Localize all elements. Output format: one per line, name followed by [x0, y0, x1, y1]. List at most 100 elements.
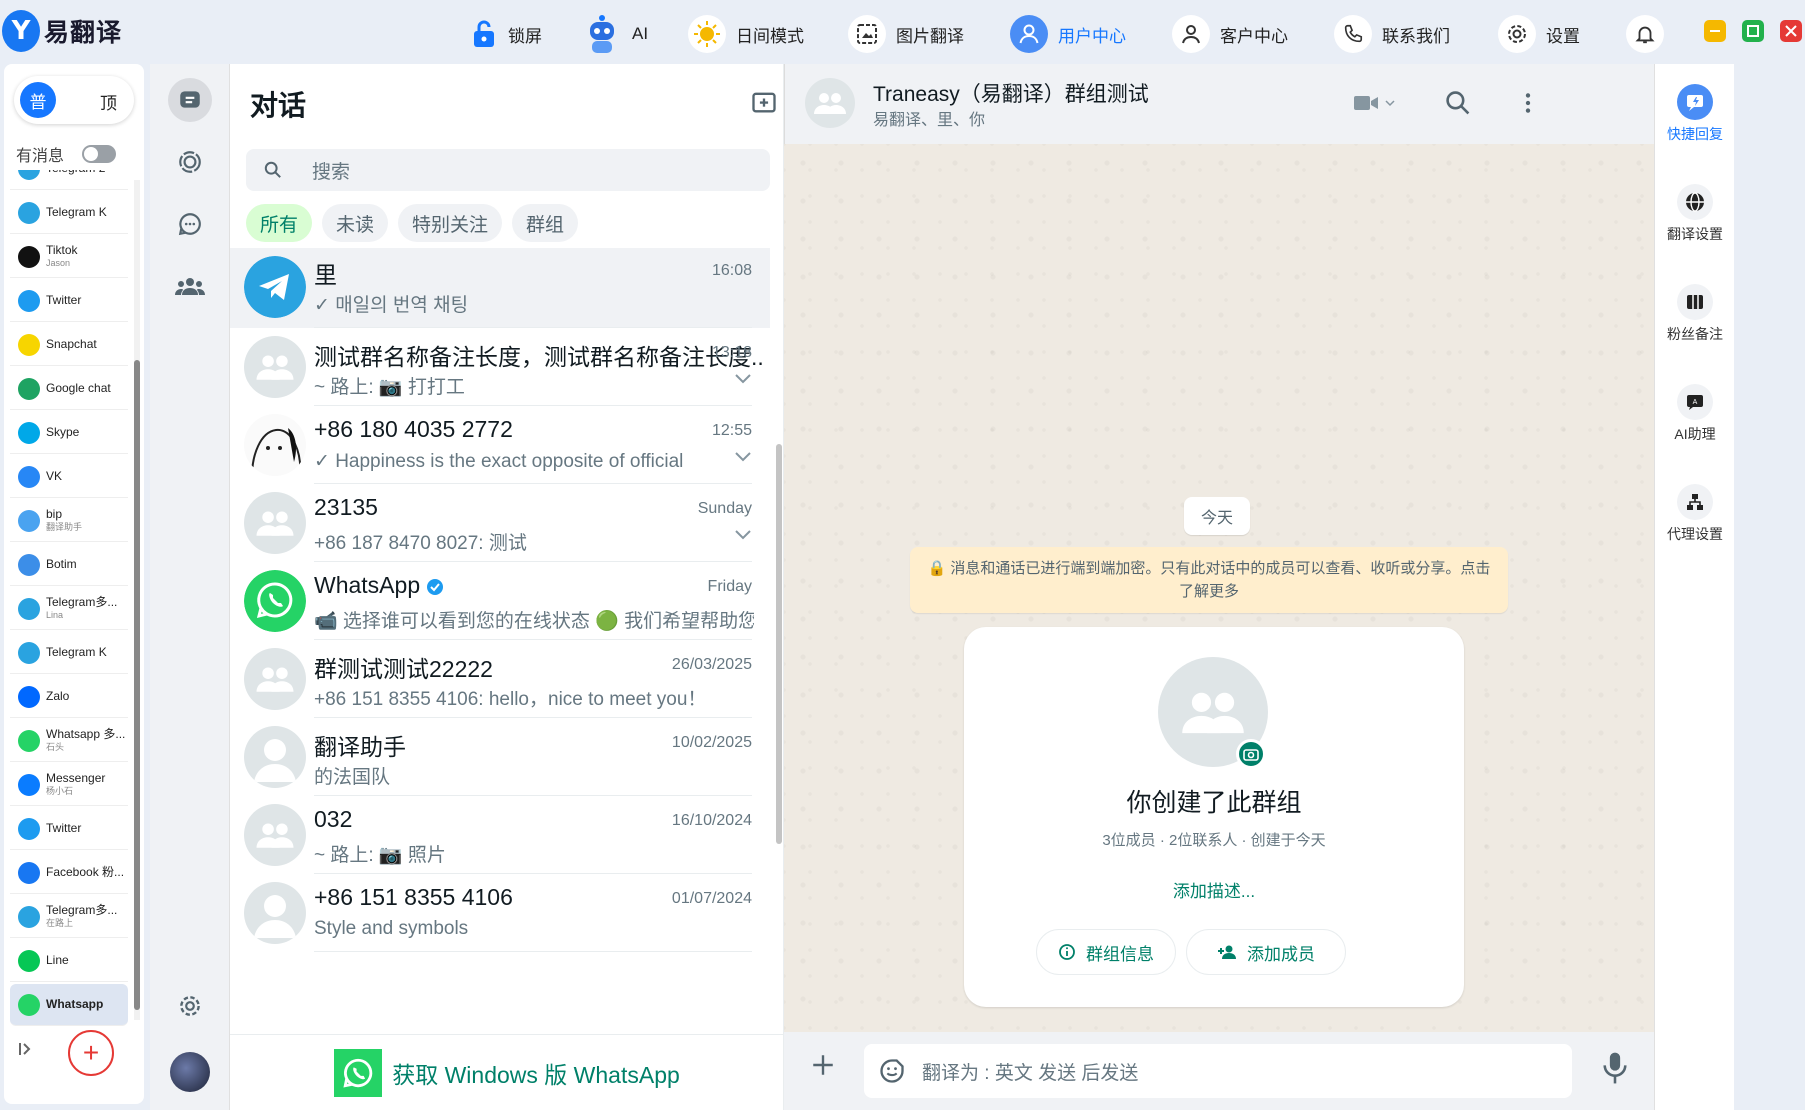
sidebar-app-item[interactable]: Twitter — [10, 280, 128, 322]
ai-assistant-button[interactable]: A AI助理 — [1655, 384, 1735, 444]
chat-row[interactable]: 032 16/10/2024 ~ 路上: 📷 照片 — [230, 796, 770, 874]
microphone-button[interactable] — [1602, 1050, 1628, 1086]
camera-icon[interactable] — [1236, 739, 1266, 769]
group-info-button[interactable]: 群组信息 — [1036, 929, 1176, 975]
sidebar-app-item[interactable]: Telegram K — [10, 192, 128, 234]
chat-row[interactable]: +86 151 8355 4106 01/07/2024 Style and sym… — [230, 874, 770, 952]
sidebar-app-item[interactable]: bip 翻译助手 — [10, 500, 128, 542]
chat-row[interactable]: +86 180 4035 2772 12:55 ✓ Happiness is the… — [230, 406, 770, 484]
topbar-lock-button[interactable]: 锁屏 — [470, 14, 542, 54]
add-member-button[interactable]: 添加成员 — [1186, 929, 1346, 975]
sidebar-app-label: Botim — [46, 558, 77, 571]
chat-preview: +86 151 8355 4106: hello，nice to meet yo… — [314, 689, 707, 710]
sidebar-app-item[interactable]: Google chat — [10, 368, 128, 410]
video-call-button[interactable] — [1353, 94, 1395, 112]
filter-unread[interactable]: 未读 — [322, 204, 389, 242]
new-chat-button[interactable] — [750, 88, 778, 116]
group-avatar[interactable] — [805, 78, 855, 128]
facebook-icon — [18, 861, 40, 884]
topbar-settings-button[interactable]: 设置 — [1498, 14, 1580, 54]
maximize-button[interactable] — [1742, 20, 1764, 42]
sticker-icon[interactable] — [878, 1057, 906, 1085]
conversation-menu-button[interactable] — [1515, 90, 1541, 116]
topbar-user-center-button[interactable]: 用户中心 — [1010, 14, 1126, 54]
sidebar-app-item[interactable]: Messenger 杨小石 — [10, 764, 128, 806]
channels-nav-button[interactable] — [168, 202, 212, 246]
mode-normal[interactable]: 普 — [20, 82, 56, 118]
minimize-button[interactable] — [1704, 20, 1726, 42]
sidebar-app-item[interactable]: Telegram K — [10, 632, 128, 674]
chat-row[interactable]: 翻译助手 10/02/2025 的法国队 — [230, 718, 770, 796]
notifications-button[interactable] — [1626, 14, 1664, 54]
profile-avatar[interactable] — [170, 1052, 210, 1092]
sidebar-app-label: Whatsapp 多... 石头 — [46, 727, 125, 754]
chat-row[interactable]: WhatsApp Friday 📹 选择谁可以看到您的在线状态 🟢 我们希望帮助您掌… — [230, 562, 770, 640]
chat-row[interactable]: 群测试测试22222 26/03/2025 +86 151 8355 4106: h… — [230, 640, 770, 718]
mode-top[interactable]: 顶 — [100, 89, 117, 114]
person-avatar-icon — [244, 726, 306, 788]
topbar-daymode-button[interactable]: 日间模式 — [688, 14, 804, 54]
wa-settings-button[interactable] — [168, 984, 212, 1028]
sun-icon — [688, 15, 726, 53]
quick-reply-button[interactable]: 快捷回复 — [1655, 84, 1735, 144]
sidebar-app-item[interactable]: Twitter — [10, 808, 128, 850]
attach-button[interactable] — [810, 1052, 836, 1078]
chevron-down-icon[interactable] — [734, 528, 752, 540]
translation-settings-button[interactable]: 翻译设置 — [1655, 184, 1735, 244]
chats-nav-button[interactable] — [168, 78, 212, 122]
message-area[interactable]: 今天 🔒 消息和通话已进行端到端加密。只有此对话中的成员可以查看、收听或分享。点… — [784, 144, 1654, 1032]
topbar-ai-button[interactable]: AI — [582, 14, 648, 54]
sidebar-app-item[interactable]: Zalo — [10, 676, 128, 718]
phone-icon — [1334, 15, 1372, 53]
chat-name: 群测试测试22222 — [314, 650, 493, 684]
conversation-search-button[interactable] — [1445, 90, 1471, 116]
unread-toggle[interactable]: 有消息 — [16, 142, 117, 166]
mode-switch[interactable]: 普 顶 — [14, 76, 134, 124]
app-list-scrollbar[interactable] — [134, 180, 140, 1020]
communities-nav-button[interactable] — [168, 264, 212, 308]
sidebar-app-item[interactable]: Whatsapp 多... 石头 — [10, 720, 128, 762]
status-nav-button[interactable] — [168, 140, 212, 184]
chevron-down-icon[interactable] — [734, 372, 752, 384]
sidebar-app-item[interactable]: Tiktok Jason — [10, 236, 128, 278]
add-app-button[interactable]: + — [68, 1030, 114, 1076]
chat-row[interactable]: 里 16:08 ✓ 매일의 번역 채팅 — [230, 248, 770, 328]
filter-groups[interactable]: 群组 — [512, 204, 579, 242]
sidebar-app-item[interactable]: Facebook 粉... — [10, 852, 128, 894]
topbar-image-translate-button[interactable]: 图片翻译 — [848, 14, 964, 54]
chat-row[interactable]: 23135 Sunday +86 187 8470 8027: 测试 — [230, 484, 770, 562]
chat-time: 01/07/2024 — [671, 890, 752, 907]
filter-all[interactable]: 所有 — [246, 204, 313, 242]
topbar-contact-button[interactable]: 联系我们 — [1334, 14, 1450, 54]
filter-favorites[interactable]: 特别关注 — [398, 204, 503, 242]
sidebar-app-item[interactable]: Skype — [10, 412, 128, 454]
collapse-sidebar-button[interactable] — [16, 1040, 34, 1058]
search-icon — [264, 161, 282, 179]
conversation-header[interactable]: Traneasy（易翻译）群组测试 易翻译、里、你 — [784, 64, 1654, 144]
get-windows-app-banner[interactable]: 获取 Windows 版 WhatsApp — [230, 1034, 784, 1110]
sidebar-app-item[interactable]: Botim — [10, 544, 128, 586]
sidebar-app-name: bip — [46, 506, 63, 521]
sidebar-app-item[interactable]: Line — [10, 940, 128, 982]
sidebar-app-item[interactable]: Telegram多... Lina — [10, 588, 128, 630]
sidebar-app-item[interactable]: Whatsapp — [10, 984, 128, 1026]
fan-notes-button[interactable]: 粉丝备注 — [1655, 284, 1735, 344]
toggle-switch[interactable] — [82, 145, 117, 163]
sidebar-app-item[interactable]: Telegram 2 — [10, 170, 128, 190]
topbar-customer-center-button[interactable]: 客户中心 — [1172, 14, 1288, 54]
message-input[interactable]: 翻译为 : 英文 发送 后发送 — [864, 1044, 1572, 1098]
add-description-link[interactable]: 添加描述... — [964, 877, 1464, 902]
ai-assistant-label: AI助理 — [1674, 426, 1716, 442]
sidebar-app-item[interactable]: Telegram多... 在路上 — [10, 896, 128, 938]
proxy-settings-button[interactable]: 代理设置 — [1655, 484, 1735, 544]
sidebar-app-item[interactable]: VK — [10, 456, 128, 498]
chat-row[interactable]: 测试群名称备注长度，测试群名称备注长度... 13:18 ~ 路上: 📷 打打工 — [230, 328, 770, 406]
encryption-notice[interactable]: 🔒 消息和通话已进行端到端加密。只有此对话中的成员可以查看、收听或分享。点击了解… — [910, 547, 1508, 613]
chevron-down-icon[interactable] — [734, 450, 752, 462]
chat-list-scrollbar[interactable] — [774, 254, 784, 1034]
close-button[interactable] — [1780, 20, 1802, 42]
zalo-icon — [18, 685, 40, 708]
composer-bar: 翻译为 : 英文 发送 后发送 — [784, 1032, 1654, 1110]
search-input[interactable]: 搜索 — [246, 149, 770, 191]
sidebar-app-item[interactable]: Snapchat — [10, 324, 128, 366]
